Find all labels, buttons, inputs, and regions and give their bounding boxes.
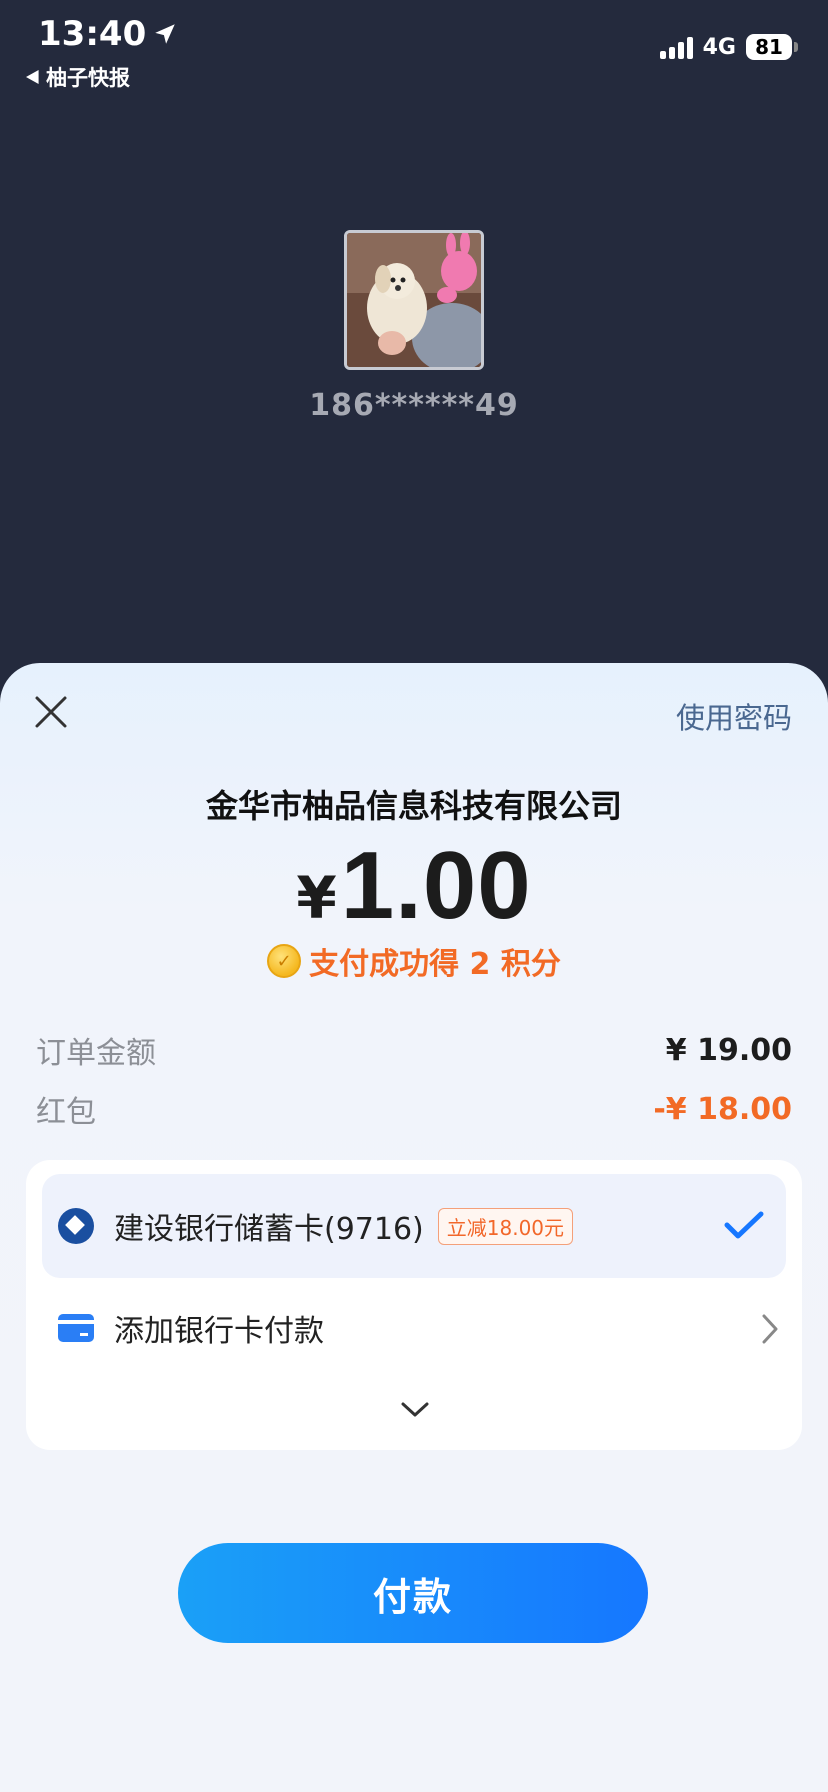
payment-method-card: 建设银行储蓄卡(9716) 立减18.00元 添加银行卡付款 xyxy=(26,1160,802,1450)
points-text: 支付成功得 2 积分 xyxy=(309,947,561,982)
battery-level: 81 xyxy=(746,34,792,60)
back-triangle-icon xyxy=(26,70,39,84)
bank-card-icon xyxy=(58,1314,94,1342)
merchant-name: 金华市柚品信息科技有限公司 xyxy=(205,787,622,825)
currency-symbol: ¥ xyxy=(296,864,337,932)
points-reward: ✓ 支付成功得 2 积分 xyxy=(0,939,828,983)
chevron-right-icon xyxy=(762,1314,778,1344)
order-amount-label: 订单金额 xyxy=(36,1036,156,1071)
red-packet-value: -¥ 18.00 xyxy=(653,1091,792,1127)
payment-amount: ¥1.00 xyxy=(0,831,828,941)
order-amount-value: ¥ 19.00 xyxy=(665,1032,792,1068)
battery-icon: 81 xyxy=(746,34,798,60)
checkmark-icon xyxy=(724,1211,764,1239)
red-packet-label: 红包 xyxy=(36,1095,96,1130)
back-app-label: 柚子快报 xyxy=(46,66,130,90)
selected-bank-card[interactable]: 建设银行储蓄卡(9716) 立减18.00元 xyxy=(42,1174,786,1278)
payee-phone: 186******49 xyxy=(309,388,519,423)
use-password-link[interactable]: 使用密码 xyxy=(676,695,792,737)
status-time: 13:40 xyxy=(38,14,178,54)
amount-value: 1.00 xyxy=(340,832,532,939)
discount-badge: 立减18.00元 xyxy=(437,1207,574,1245)
time-text: 13:40 xyxy=(38,14,147,54)
network-label: 4G xyxy=(702,34,736,60)
back-to-app[interactable]: 柚子快报 xyxy=(26,62,130,92)
signal-icon xyxy=(659,35,693,59)
add-card-label: 添加银行卡付款 xyxy=(114,1314,324,1349)
pay-button[interactable]: 付款 xyxy=(178,1543,648,1643)
close-icon[interactable] xyxy=(34,695,68,729)
coin-icon: ✓ xyxy=(267,944,302,978)
ccb-bank-icon xyxy=(58,1208,94,1244)
red-packet-row[interactable]: 红包 -¥ 18.00 xyxy=(36,1087,792,1131)
order-amount-row: 订单金额 ¥ 19.00 xyxy=(36,1028,792,1072)
payment-sheet: 使用密码 金华市柚品信息科技有限公司 ¥1.00 ✓ 支付成功得 2 积分 订单… xyxy=(0,663,828,1792)
location-arrow-icon xyxy=(155,24,175,44)
status-indicators: 4G 81 xyxy=(659,34,798,60)
add-bank-card-option[interactable]: 添加银行卡付款 xyxy=(58,1298,786,1358)
payee-avatar xyxy=(344,230,484,370)
bank-card-name: 建设银行储蓄卡(9716) xyxy=(114,1212,424,1247)
chevron-down-icon[interactable] xyxy=(400,1400,430,1418)
